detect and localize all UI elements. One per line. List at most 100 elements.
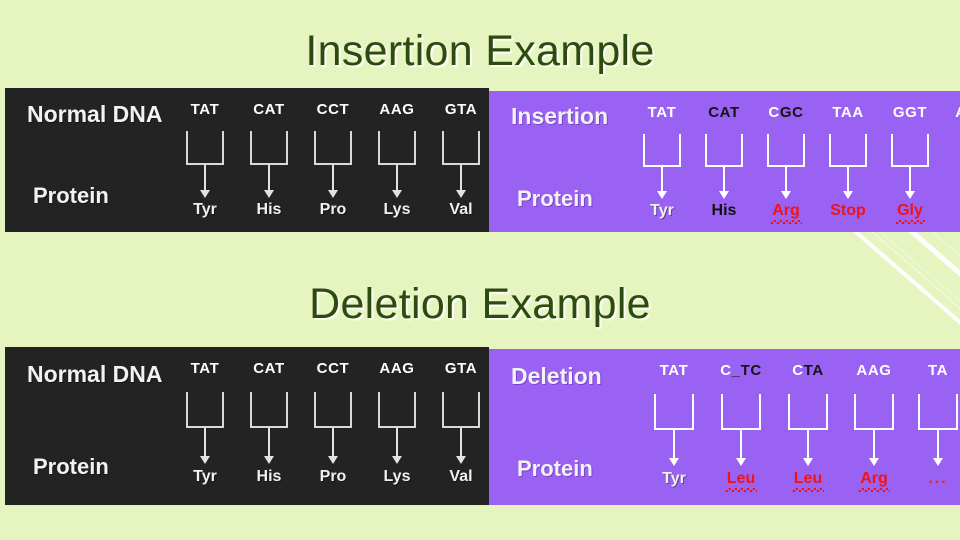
- codon-to-amino-arrow: [854, 394, 894, 466]
- dna-row-label: Insertion: [511, 103, 609, 129]
- amino-acid-label: Lys: [383, 468, 411, 485]
- bracket-shape: [314, 392, 352, 428]
- codon-to-amino-arrow: [767, 134, 805, 199]
- codon-label: A: [955, 105, 960, 120]
- codon-label: TA: [927, 362, 949, 379]
- codon-to-amino-arrow: [442, 131, 480, 198]
- codon-column: TAT Tyr: [641, 349, 707, 487]
- arrow-stem: [807, 430, 809, 459]
- codon-column: AAG Lys: [365, 347, 429, 485]
- bracket-shape: [829, 134, 867, 167]
- arrow-head: [905, 191, 915, 199]
- codon-label: TAT: [190, 101, 220, 118]
- arrow-head: [736, 458, 746, 466]
- dna-row-label: Normal DNA: [27, 101, 163, 127]
- codon-to-amino-arrow: [378, 392, 416, 464]
- codon-column: GTA Val: [429, 347, 489, 485]
- arrow-stem: [268, 428, 270, 457]
- bracket-shape: [788, 394, 828, 430]
- amino-acid-label: Leu: [791, 470, 825, 492]
- amino-acid-label: Arg: [858, 470, 890, 492]
- arrow-head: [657, 191, 667, 199]
- codon-to-amino-arrow: [378, 131, 416, 198]
- amino-acid-label: ...: [928, 470, 948, 487]
- bracket-shape: [250, 392, 288, 428]
- codon-column: CAT His: [237, 88, 301, 218]
- arrow-head: [392, 456, 402, 464]
- deletion-example-title: Deletion Example: [309, 280, 651, 328]
- arrow-stem: [460, 165, 462, 191]
- codon-column: TAT Tyr: [173, 88, 237, 218]
- codon-label: GGT: [892, 104, 928, 121]
- codon-label: AAG: [379, 101, 415, 118]
- protein-row-label: Protein: [517, 186, 593, 211]
- codon-label: TAT: [190, 360, 220, 377]
- bracket-shape: [854, 394, 894, 430]
- codon-label: CCT: [316, 101, 350, 118]
- codon-column-group: TAT Tyr CAT His CCT Pro AAG Lys GTA Val: [173, 88, 489, 232]
- codon-column-group: TAT Tyr CAT His CCT Pro AAG Lys GTA Val: [173, 347, 489, 505]
- codon-label: TAT: [659, 362, 689, 379]
- arrow-head: [719, 191, 729, 199]
- arrow-stem: [847, 167, 849, 192]
- codon-column: CAT His: [693, 91, 755, 219]
- bracket-shape: [643, 134, 681, 167]
- arrow-head: [803, 458, 813, 466]
- codon-column: CCT Pro: [301, 347, 365, 485]
- arrow-head: [328, 190, 338, 198]
- codon-label: AAG: [379, 360, 415, 377]
- amino-acid-label: His: [256, 201, 282, 218]
- insertion-example-title: Insertion Example: [305, 27, 655, 75]
- arrow-head: [264, 456, 274, 464]
- codon-column: TA...: [907, 349, 960, 487]
- arrow-stem: [673, 430, 675, 459]
- arrow-head: [456, 190, 466, 198]
- codon-label: GTA: [444, 101, 478, 118]
- codon-to-amino-arrow: [705, 134, 743, 199]
- codon-to-amino-arrow: [721, 394, 761, 466]
- codon-column: CAT His: [237, 347, 301, 485]
- arrow-stem: [785, 167, 787, 192]
- codon-label: CAT: [253, 101, 285, 118]
- codon-column: GGT Gly: [879, 91, 941, 224]
- bracket-shape: [186, 392, 224, 428]
- arrow-stem: [268, 165, 270, 191]
- codon-label: CCT: [316, 360, 350, 377]
- bracket-shape: [378, 392, 416, 428]
- codon-to-amino-arrow: [250, 392, 288, 464]
- codon-to-amino-arrow: [314, 131, 352, 198]
- dna-row-label: Deletion: [511, 363, 602, 389]
- codon-to-amino-arrow: [654, 394, 694, 466]
- codon-label: C_TC: [720, 363, 762, 378]
- bracket-shape: [767, 134, 805, 167]
- arrow-stem: [460, 428, 462, 457]
- codon-column: CGC Arg: [755, 91, 817, 224]
- amino-acid-label: His: [256, 468, 282, 485]
- arrow-head: [869, 458, 879, 466]
- codon-label: CAT: [708, 104, 740, 121]
- protein-row-label: Protein: [33, 183, 109, 208]
- codon-column: AAG Lys: [365, 88, 429, 218]
- codon-to-amino-arrow: [829, 134, 867, 199]
- codon-base: C: [792, 362, 804, 379]
- normal-dna-panel-bottom: Normal DNA Protein TAT Tyr CAT His CCT Pro AAG Ly…: [5, 347, 489, 505]
- codon-to-amino-arrow: [442, 392, 480, 464]
- codon-base: GC: [779, 104, 804, 121]
- codon-to-amino-arrow: [186, 392, 224, 464]
- arrow-head: [781, 191, 791, 199]
- codon-label: TAA: [832, 104, 864, 121]
- codon-to-amino-arrow: [788, 394, 828, 466]
- normal-dna-panel-top: Normal DNA Protein TAT Tyr CAT His CCT Pro AAG Ly…: [5, 88, 489, 232]
- codon-base: TA: [803, 362, 824, 379]
- codon-column: C_TC Leu: [707, 349, 775, 492]
- bracket-shape: [918, 394, 958, 430]
- codon-column-group: TAT Tyr C_TC Leu CTA Leu AAG Arg TA...: [641, 349, 960, 505]
- bracket-shape: [705, 134, 743, 167]
- insertion-panel: Insertion Protein TAT Tyr CAT His CGC Arg TAA Sto…: [489, 91, 960, 232]
- arrow-head: [843, 191, 853, 199]
- arrow-stem: [740, 430, 742, 459]
- bracket-shape: [891, 134, 929, 167]
- codon-base: C: [768, 104, 780, 121]
- bracket-shape: [721, 394, 761, 430]
- codon-label: CGC: [768, 105, 803, 120]
